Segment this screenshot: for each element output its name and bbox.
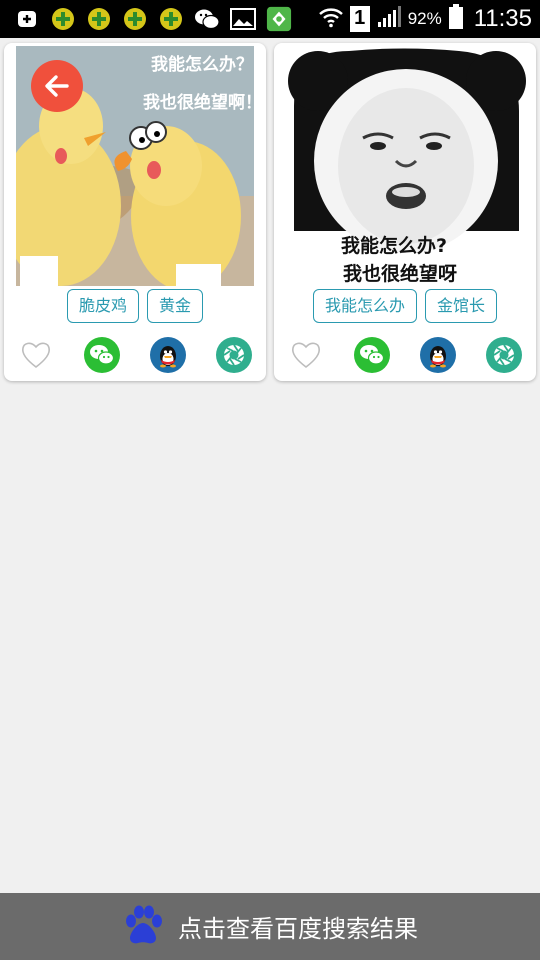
tag-list: 脆皮鸡 黄金 [4, 289, 266, 323]
share-moments-button[interactable] [486, 337, 522, 373]
tag-list: 我能怎么办 金馆长 [274, 289, 536, 323]
image-icon [230, 6, 256, 32]
moments-icon [486, 337, 522, 373]
meme-caption-line2: 我也很绝望呀 [343, 262, 457, 285]
meme-image-panda[interactable]: 我能怎么办? 我也很绝望呀 [288, 46, 526, 286]
heart-icon [21, 342, 51, 369]
meme-caption-line1: 我能怎么办? [341, 234, 447, 257]
qq-icon [150, 337, 186, 373]
moments-icon [216, 337, 252, 373]
tag-button[interactable]: 我能怎么办 [312, 289, 417, 323]
baidu-search-label: 点击查看百度搜索结果 [178, 915, 418, 943]
battery-percent: 92% [407, 9, 442, 28]
wechat-icon [194, 6, 220, 32]
meme-caption-line1: 我能怎么办？ [151, 54, 253, 75]
like-button[interactable] [18, 337, 54, 373]
share-actions [274, 335, 536, 375]
wechat-icon [354, 337, 390, 373]
share-moments-button[interactable] [216, 337, 252, 373]
usb-add-icon [14, 6, 40, 32]
heart-icon [291, 342, 321, 369]
security-app-icon [158, 6, 184, 32]
share-wechat-button[interactable] [354, 337, 390, 373]
sim-icon: 1 [349, 6, 370, 32]
signal-icon [376, 6, 402, 32]
share-qq-button[interactable] [150, 337, 186, 373]
arrow-left-icon [45, 75, 69, 97]
baidu-search-bar[interactable]: 点击查看百度搜索结果 [0, 893, 540, 960]
back-button[interactable] [31, 60, 83, 112]
status-bar: 1 92% 11:35 [0, 0, 540, 38]
security-app-icon [122, 6, 148, 32]
share-actions [4, 335, 266, 375]
tag-button[interactable]: 黄金 [147, 289, 204, 323]
meme-card[interactable]: 我能怎么办？ 我也很绝望啊！ 脆皮鸡 黄金 [4, 43, 266, 381]
meme-card[interactable]: 我能怎么办? 我也很绝望呀 我能怎么办 金馆长 [274, 43, 536, 381]
qq-icon [420, 337, 456, 373]
tag-button[interactable]: 金馆长 [425, 289, 498, 323]
clock: 11:35 [473, 5, 532, 32]
battery-icon [448, 4, 464, 34]
share-qq-button[interactable] [420, 337, 456, 373]
like-button[interactable] [288, 337, 324, 373]
meme-caption-line2: 我也很绝望啊！ [143, 92, 254, 113]
baidu-paw-icon [122, 904, 164, 950]
share-wechat-button[interactable] [84, 337, 120, 373]
notification-icons [14, 5, 292, 33]
system-status: 1 92% 11:35 [318, 0, 532, 38]
security-app-icon [86, 6, 112, 32]
sim-slot-number: 1 [354, 7, 366, 29]
tag-button[interactable]: 脆皮鸡 [66, 289, 139, 323]
app-store-icon [266, 6, 292, 32]
security-app-icon [50, 6, 76, 32]
wifi-icon [318, 6, 344, 32]
wechat-icon [84, 337, 120, 373]
